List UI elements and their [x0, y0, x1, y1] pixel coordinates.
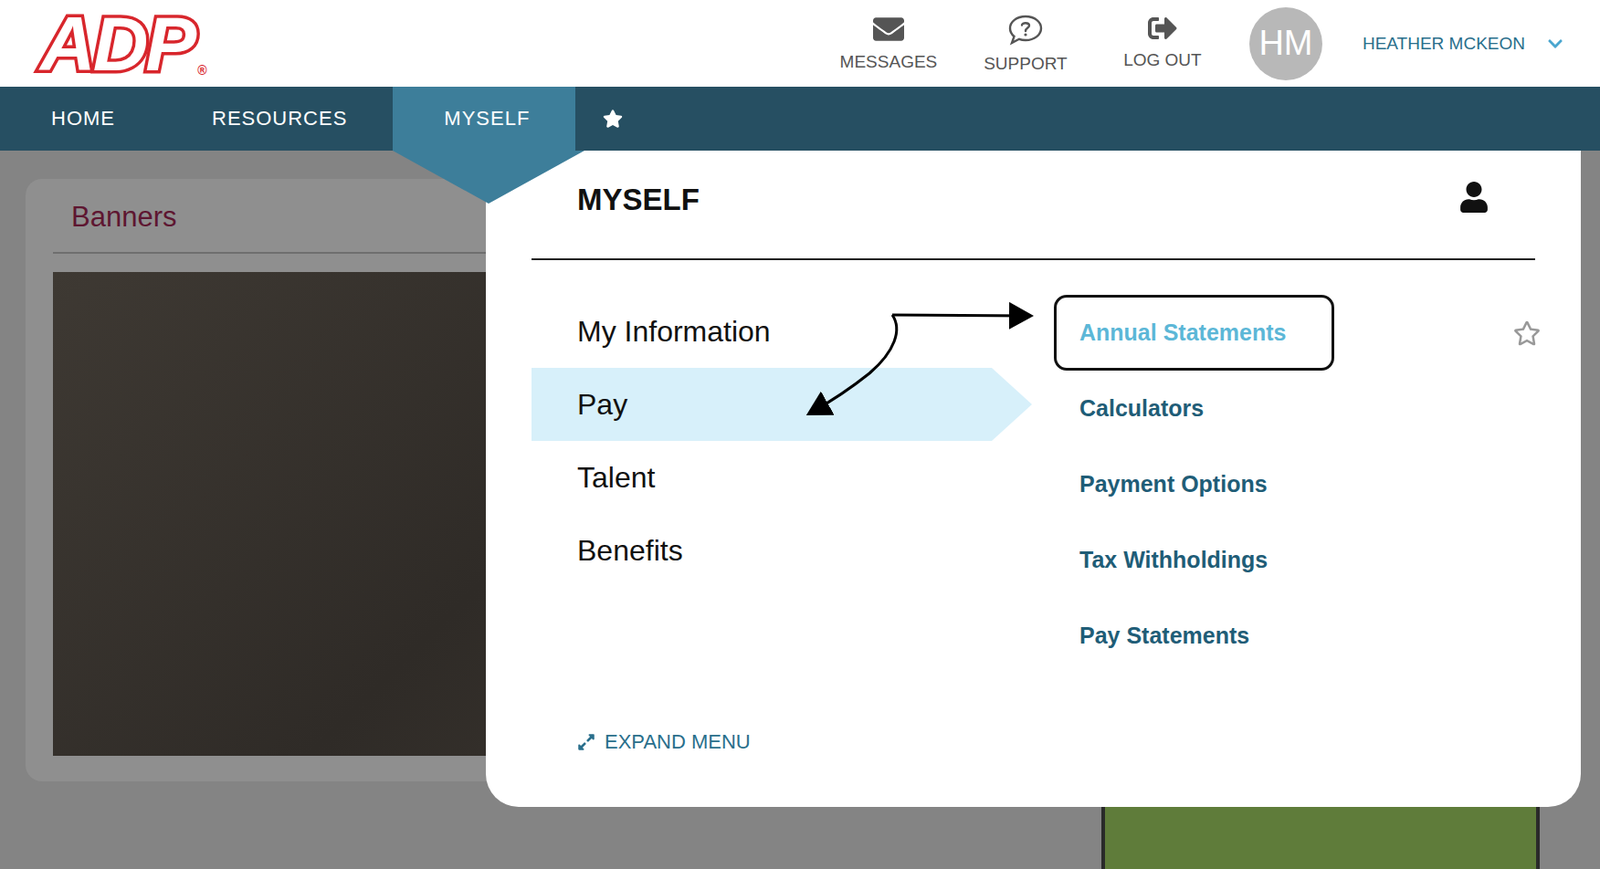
nav-tab[interactable]: HOME	[0, 86, 161, 151]
menu-link[interactable]: Pay Statements	[1053, 598, 1298, 674]
avatar[interactable]: HM	[1249, 7, 1323, 81]
registered-mark: ®	[197, 63, 207, 77]
header-action[interactable]: MESSAGES	[829, 13, 948, 74]
star-outline-icon	[1513, 319, 1541, 348]
header-actions: MESSAGES SUPPORT LOG OUT	[829, 13, 1222, 74]
header-action[interactable]: LOG OUT	[1103, 13, 1222, 74]
user-menu[interactable]: HEATHER MCKEON	[1362, 33, 1564, 54]
link-row: Calculators	[1053, 370, 1581, 447]
menu-link[interactable]: Annual Statements	[1053, 294, 1335, 371]
menu-link[interactable]: Payment Options	[1053, 446, 1316, 523]
menu-link[interactable]: Tax Withholdings	[1053, 522, 1316, 599]
adp-logo[interactable]: ADP®	[36, 1, 208, 86]
myself-menu: MYSELFMy InformationPayTalentBenefitsAnn…	[485, 150, 1581, 808]
link-list: Annual StatementsCalculatorsPayment Opti…	[1053, 294, 1581, 674]
favorites-tab[interactable]	[575, 86, 651, 151]
side-picture	[1101, 796, 1540, 869]
log-out-icon	[1147, 13, 1178, 43]
menu-body: My InformationPayTalentBenefitsAnnual St…	[485, 294, 1581, 674]
chevron-down-icon	[1547, 35, 1564, 53]
content: BannersMYSELFMy InformationPayTalentBene…	[0, 150, 1600, 869]
category-item[interactable]: My Information	[531, 294, 1032, 369]
menu-link[interactable]: Calculators	[1053, 370, 1253, 447]
envelope-icon	[873, 13, 905, 45]
star-icon	[602, 108, 623, 129]
user-icon[interactable]	[1458, 181, 1490, 213]
header-action-label: LOG OUT	[1123, 50, 1202, 71]
header-action-label: MESSAGES	[840, 52, 938, 73]
favorite-button[interactable]	[1513, 319, 1541, 348]
annotation-arrow-icon	[810, 315, 897, 413]
annotation-arrow-icon	[892, 315, 1029, 316]
header-action[interactable]: SUPPORT	[966, 13, 1085, 74]
expand-icon	[577, 733, 596, 752]
expand-menu[interactable]: EXPAND MENU	[485, 730, 1581, 755]
header: ADP® MESSAGES SUPPORT LOG OUT HM HEATHER MCKE…	[0, 0, 1600, 87]
header-action-label: SUPPORT	[983, 53, 1068, 74]
main-nav: HOMERESOURCESMYSELF	[0, 86, 1600, 151]
menu-title: MYSELF	[577, 181, 700, 219]
nav-tab[interactable]: RESOURCES	[160, 86, 393, 151]
link-row: Pay Statements	[1053, 598, 1581, 674]
category-item[interactable]: Benefits	[531, 514, 1032, 588]
support-icon	[1007, 13, 1044, 47]
link-row: Annual Statements	[1053, 294, 1581, 371]
category-list: My InformationPayTalentBenefits	[531, 294, 1032, 674]
category-item[interactable]: Talent	[531, 441, 1032, 515]
page: ADP® MESSAGES SUPPORT LOG OUT HM HEATHER MCKE…	[0, 0, 1600, 869]
link-row: Payment Options	[1053, 446, 1581, 523]
link-row: Tax Withholdings	[1053, 522, 1581, 599]
annotation-arrows	[485, 150, 1581, 808]
category-item[interactable]: Pay	[531, 368, 1032, 442]
menu-header: MYSELF	[531, 150, 1536, 261]
nav-tab[interactable]: MYSELF	[392, 86, 576, 151]
